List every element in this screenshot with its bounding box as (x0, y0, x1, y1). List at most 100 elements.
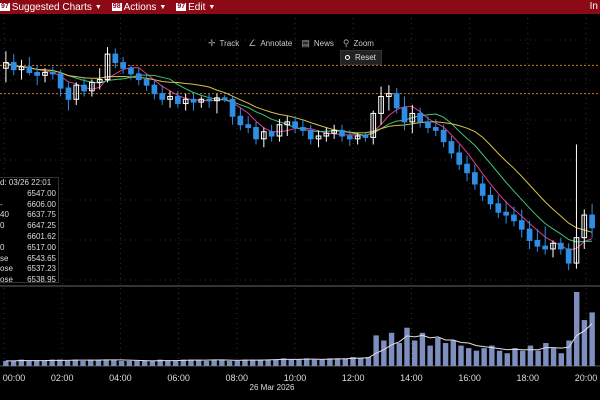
news-icon: ▤ (301, 37, 310, 48)
data-date-row: d: 03/26 22:01 (0, 178, 58, 189)
candle-body (448, 141, 455, 154)
candle-body (518, 220, 525, 230)
candle-body (440, 129, 447, 143)
candle-body (393, 93, 400, 109)
data-row: - 6606.00 (0, 200, 58, 211)
candle (331, 124, 338, 139)
news-tool[interactable]: ▤ News (301, 38, 334, 49)
candle (534, 229, 541, 252)
data-row: 0 6517.00 (0, 243, 58, 254)
candle (10, 54, 17, 76)
annotate-label: Annotate (260, 38, 293, 48)
x-tick-label: 14:00 (400, 373, 423, 383)
candle-body (425, 121, 431, 129)
data-row: 0 6647.25 (0, 221, 58, 232)
volume-bar (134, 360, 140, 366)
candle-body (151, 84, 158, 95)
x-tick-label: 04:00 (109, 373, 132, 383)
volume-bar (365, 357, 372, 366)
reset-button[interactable]: Reset (340, 50, 382, 65)
volume-bar (489, 345, 495, 366)
radio-icon (345, 55, 350, 60)
candle-body (417, 112, 423, 123)
volume-bar (311, 359, 318, 366)
x-tick-label: 12:00 (341, 373, 365, 383)
candle (386, 85, 392, 111)
candle (307, 124, 314, 145)
data-label: ose (0, 275, 13, 285)
candle (190, 93, 197, 111)
reset-label: Reset (355, 53, 376, 62)
candle (300, 119, 306, 136)
price-chart[interactable] (0, 0, 600, 400)
volume-bar (427, 345, 433, 366)
volume-bar (219, 359, 225, 366)
volume-bar (381, 340, 387, 366)
volume-bar (288, 359, 294, 366)
volume-bar (165, 360, 171, 366)
candle (495, 195, 502, 218)
candle (448, 136, 455, 159)
volume-bar (396, 343, 402, 366)
data-row: ose 6538.95 (0, 275, 58, 286)
volume-bar (26, 360, 32, 366)
candle (260, 127, 267, 148)
candle (315, 130, 322, 148)
candle-body (190, 98, 197, 103)
candle-body (237, 115, 244, 126)
candle (182, 93, 189, 111)
annotate-tool[interactable]: ∠ Annotate (248, 38, 292, 49)
data-label: 40 (0, 210, 9, 220)
candle-body (534, 239, 541, 247)
volume-bar (126, 360, 132, 366)
volume-bar (527, 345, 534, 366)
candle (370, 110, 377, 145)
candle (65, 82, 72, 111)
volume-bar (3, 360, 9, 366)
candle-body (401, 107, 408, 123)
candle-body (503, 211, 509, 216)
volume-bar (64, 360, 71, 366)
data-value: 6537.23 (27, 264, 56, 274)
candle (3, 51, 9, 83)
pencil-icon: ∠ (248, 37, 257, 48)
candle-body (26, 66, 33, 73)
candle-body (487, 194, 494, 205)
track-tool[interactable]: ✛ Track (208, 38, 239, 49)
data-row: se 6543.65 (0, 254, 58, 265)
candle (206, 93, 212, 108)
candle (135, 68, 142, 86)
candle (253, 121, 259, 145)
candle (472, 164, 478, 190)
volume-bar (296, 359, 302, 366)
volume-bar (581, 320, 588, 366)
candle (339, 124, 345, 142)
candle-body (49, 71, 56, 75)
volume-bar (458, 345, 464, 366)
date-label: 26 Mar 2026 (249, 383, 295, 392)
data-label: 0 (0, 221, 5, 231)
candle (18, 59, 25, 80)
candle (573, 144, 580, 269)
candle (393, 88, 400, 114)
candle (34, 65, 41, 86)
candle-body (206, 98, 212, 102)
volume-bar (558, 353, 564, 366)
volume-bar (226, 360, 233, 366)
volume-bar (473, 350, 480, 366)
candle (565, 243, 572, 271)
candle-body (495, 203, 502, 213)
candle-body (128, 67, 134, 75)
zoom-tool[interactable]: ⚲ Zoom (343, 38, 374, 49)
candle (268, 124, 275, 142)
volume-bar (388, 332, 395, 366)
volume-bar (265, 359, 271, 366)
data-row: 6547.00 (0, 189, 58, 200)
volume-bar (373, 335, 379, 366)
data-label: se (0, 253, 9, 263)
candle (237, 107, 244, 131)
volume-bar (550, 348, 557, 366)
candle (518, 209, 525, 238)
data-value: 6517.00 (27, 242, 56, 252)
candle-body (81, 84, 87, 92)
